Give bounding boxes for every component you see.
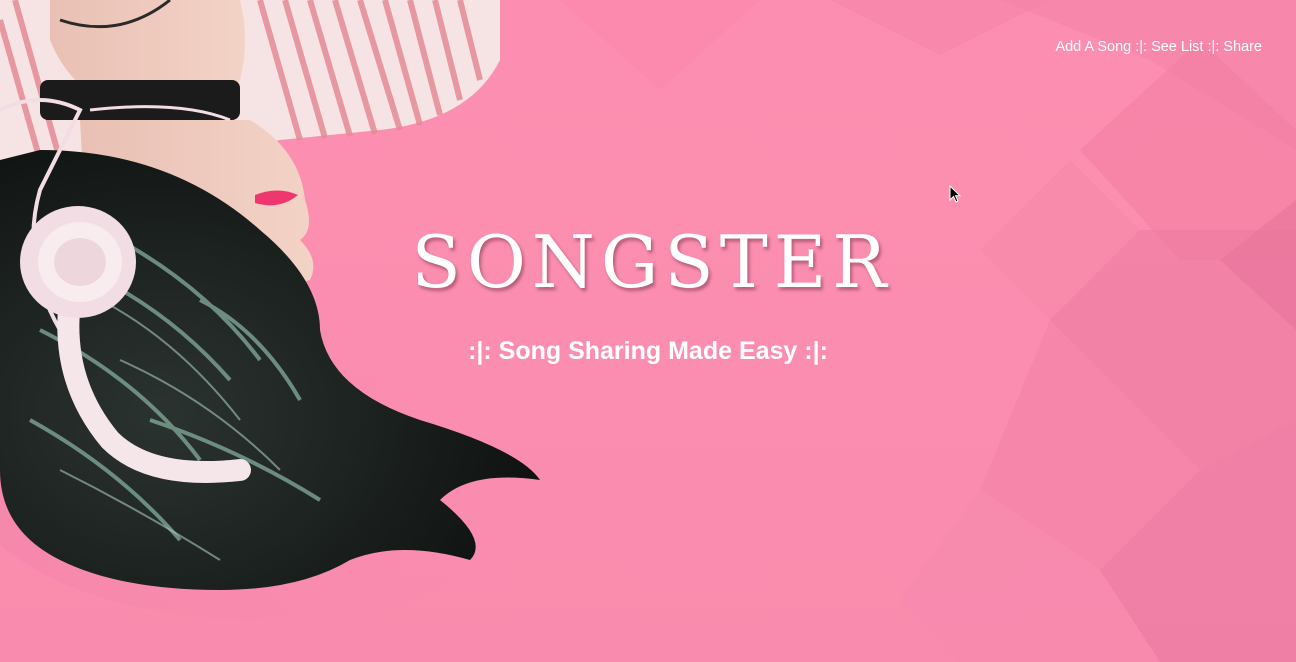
top-navigation: Add A Song :|: See List :|: Share xyxy=(1055,39,1262,55)
mouse-pointer-icon xyxy=(949,185,961,203)
nav-separator: :|: xyxy=(1135,39,1148,55)
landing-page: Add A Song :|: See List :|: Share SONGST… xyxy=(0,0,1296,662)
site-title: SONGSTER xyxy=(411,220,893,304)
nav-separator: :|: xyxy=(1207,39,1220,55)
nav-see-list-link[interactable]: See List xyxy=(1151,39,1203,55)
nav-add-a-song-link[interactable]: Add A Song xyxy=(1055,39,1131,55)
nav-share-link[interactable]: Share xyxy=(1223,39,1262,55)
site-tagline: :|: Song Sharing Made Easy :|: xyxy=(468,337,828,365)
hero-image-girl-with-headphones xyxy=(0,0,560,620)
